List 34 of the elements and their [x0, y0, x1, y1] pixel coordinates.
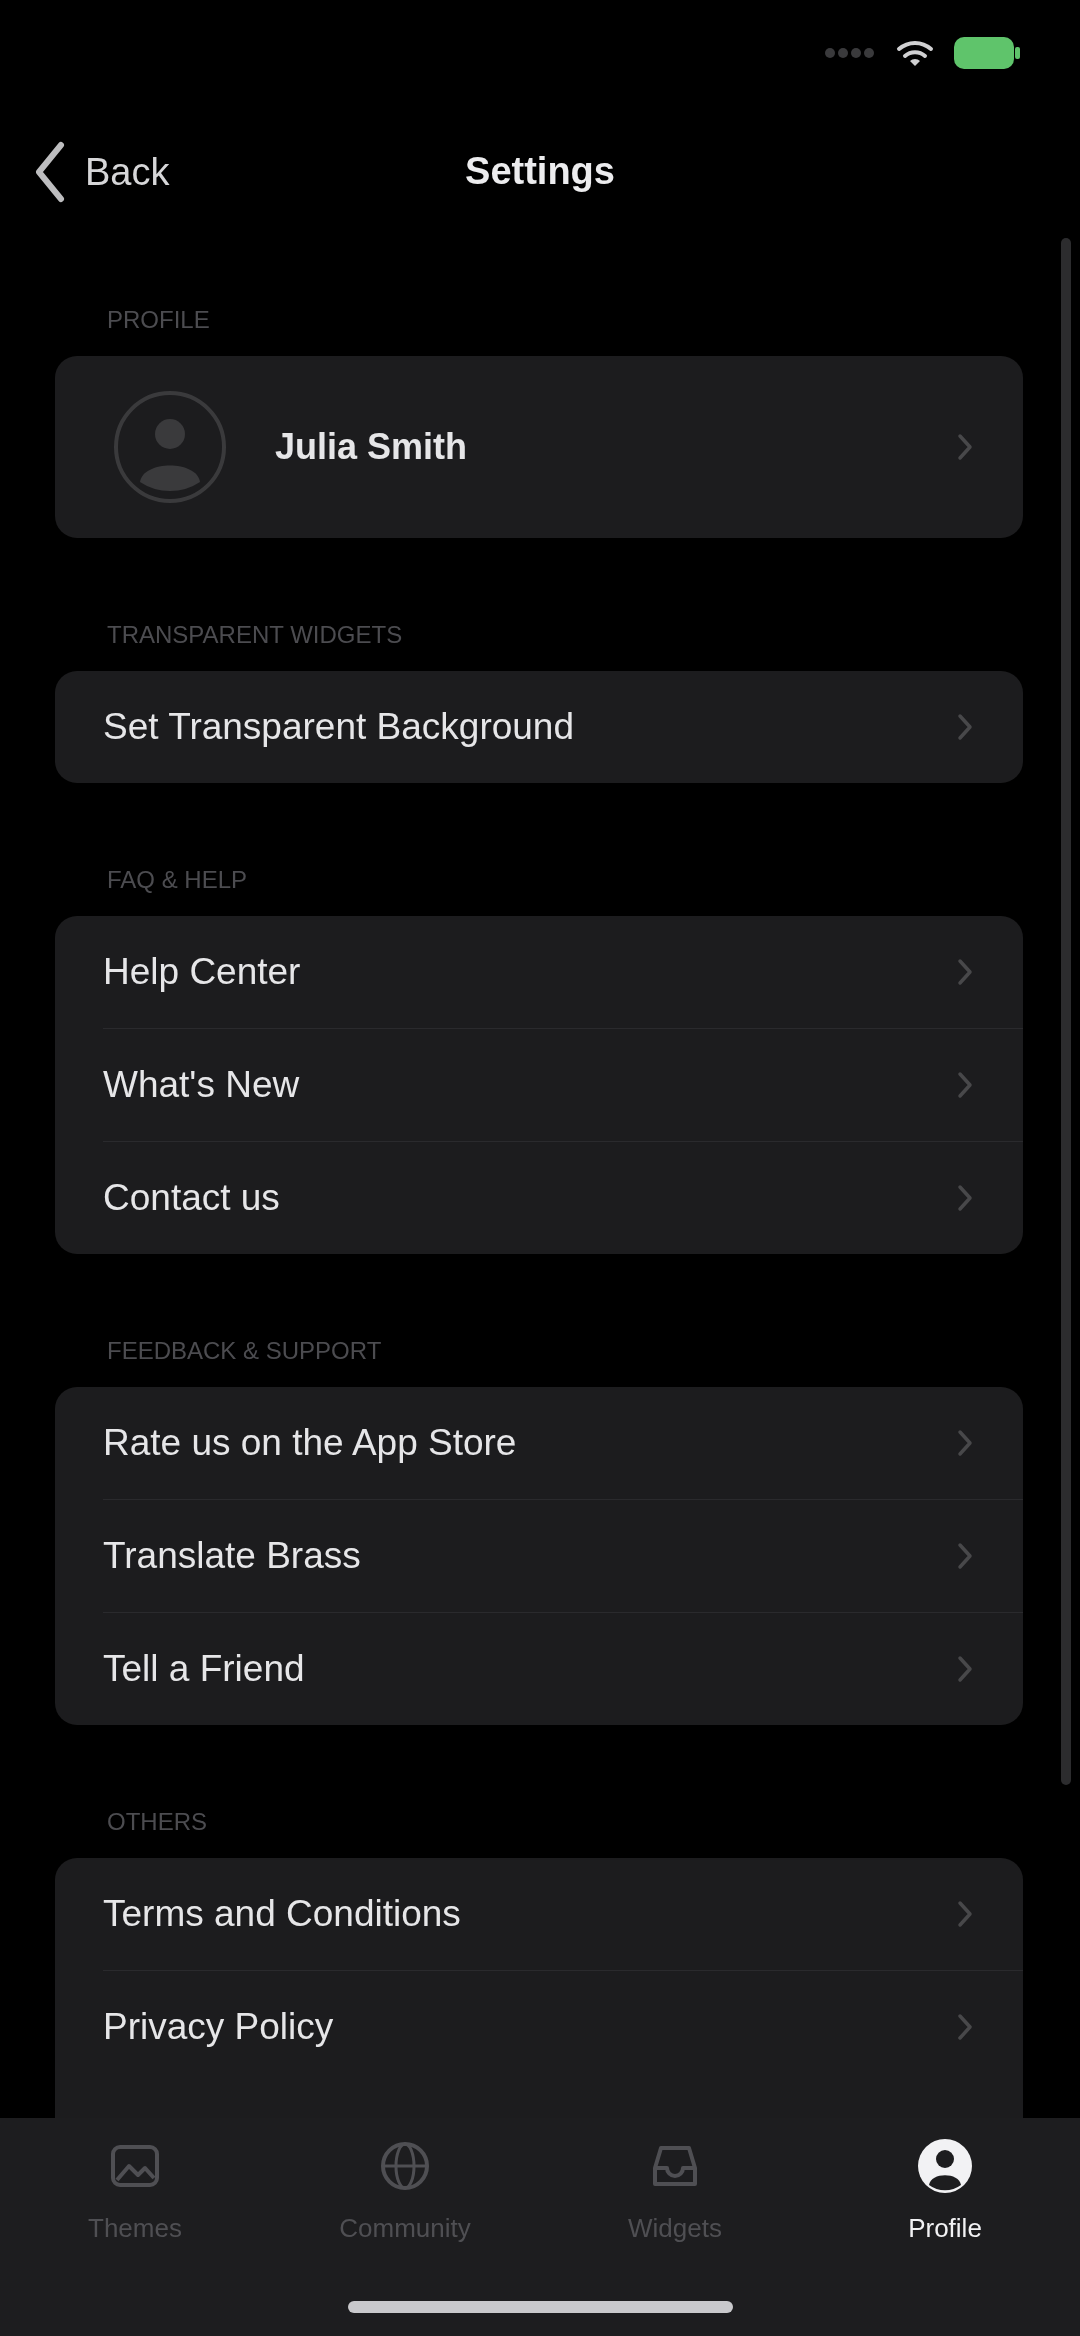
section-header: FAQ & HELP: [106, 867, 249, 892]
battery-icon: [954, 37, 1020, 69]
settings-row[interactable]: Set Transparent Background: [55, 671, 1023, 783]
settings-row[interactable]: Terms and Conditions: [55, 1858, 1023, 1970]
section-header: TRANSPARENT WIDGETS: [106, 622, 404, 647]
settings-row[interactable]: Rate us on the App Store: [55, 1387, 1023, 1499]
chevron-right-icon: [957, 1429, 973, 1457]
settings-row[interactable]: Privacy Policy: [55, 1971, 1023, 2083]
profile-row[interactable]: Julia Smith: [55, 356, 1023, 538]
chevron-right-icon: [957, 1655, 973, 1683]
person-icon: [917, 2138, 973, 2194]
chevron-right-icon: [957, 1542, 973, 1570]
section-header: OTHERS: [106, 1809, 208, 1834]
chevron-right-icon: [957, 1900, 973, 1928]
chevron-right-icon: [957, 1184, 973, 1212]
section-header: FEEDBACK & SUPPORT: [106, 1338, 383, 1363]
chevron-right-icon: [957, 1071, 973, 1099]
back-button[interactable]: Back: [0, 141, 178, 203]
chevron-right-icon: [957, 713, 973, 741]
chevron-left-icon: [34, 141, 65, 203]
chevron-right-icon: [957, 2013, 973, 2041]
settings-row[interactable]: What's New: [55, 1029, 1023, 1141]
tab[interactable]: Profile: [810, 2118, 1080, 2243]
wifi-icon: [896, 39, 934, 67]
settings-row[interactable]: Tell a Friend: [55, 1613, 1023, 1725]
section-header: PROFILE: [106, 307, 211, 332]
page-title: Settings: [465, 149, 615, 195]
settings-row[interactable]: Contact us: [55, 1142, 1023, 1254]
avatar-icon: [113, 390, 227, 504]
signal-icon: [824, 46, 876, 60]
settings-row[interactable]: Help Center: [55, 916, 1023, 1028]
chevron-right-icon: [957, 958, 973, 986]
chevron-right-icon: [957, 433, 973, 461]
settings-row[interactable]: Translate Brass: [55, 1500, 1023, 1612]
